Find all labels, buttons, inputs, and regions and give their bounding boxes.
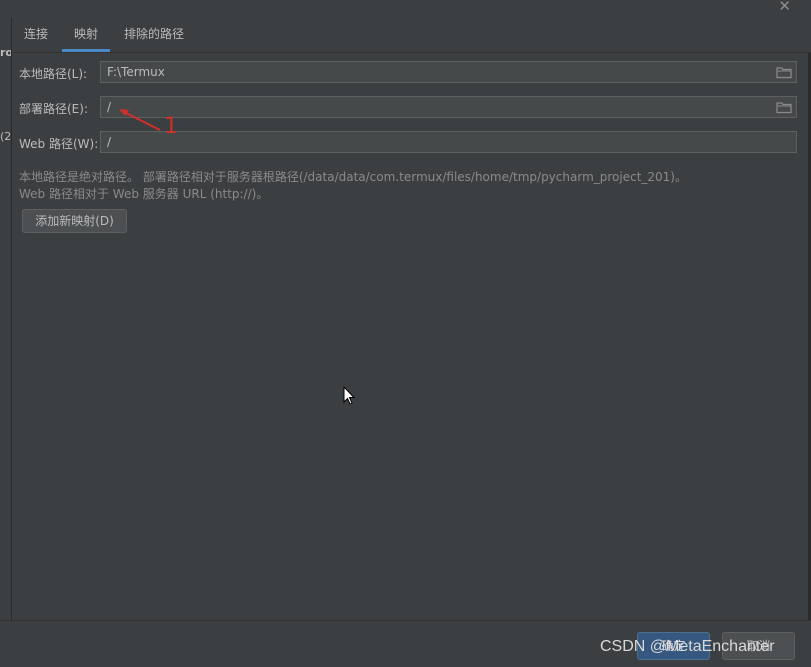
hint-line-2: Web 路径相对于 Web 服务器 URL (http://)。	[19, 187, 269, 201]
annotation-arrow	[119, 109, 161, 131]
mouse-cursor-icon	[343, 386, 355, 405]
watermark: CSDN @MetaEnchanter	[600, 638, 775, 655]
hint-line-1: 本地路径是绝对路径。 部署路径相对于服务器根路径(/data/data/com.…	[19, 170, 687, 184]
add-mapping-button[interactable]: 添加新映射(D)	[22, 209, 127, 233]
annotation-number: 1	[164, 114, 178, 139]
